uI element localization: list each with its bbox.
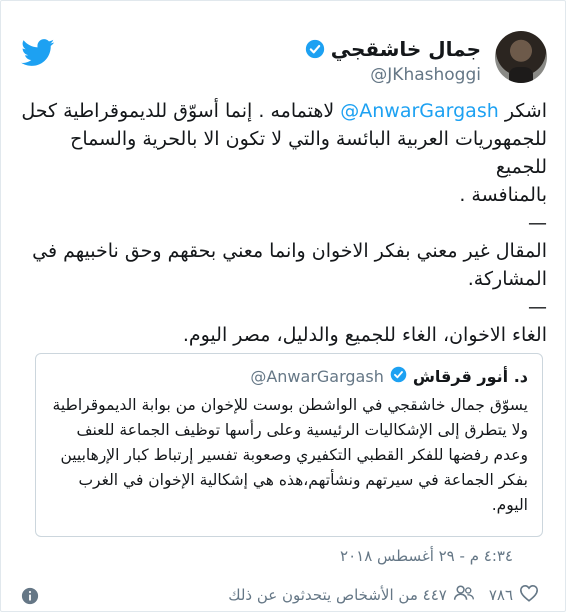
tweet-card: جمال خاشقجي @JKhashoggi اشكر @AnwarGarga… bbox=[0, 0, 566, 612]
tweet-timestamp[interactable]: ٤:٣٤ م - ٢٩ أغسطس ٢٠١٨ bbox=[340, 547, 513, 565]
tweet-header: جمال خاشقجي @JKhashoggi bbox=[15, 29, 551, 89]
quoted-line: يسوّق جمال خاشقجي في الواشطن بوست للإخوا… bbox=[52, 396, 528, 414]
quoted-author-handle: @AnwarGargash bbox=[250, 367, 384, 386]
quoted-line: اليوم. bbox=[491, 496, 528, 514]
quoted-tweet[interactable]: د. أنور قرقاش @AnwarGargash يسوّق جمال خ… bbox=[35, 353, 543, 537]
author-handle[interactable]: @JKhashoggi bbox=[305, 65, 481, 85]
tweet-text-segment: لاهتمامه . إنما أسوّق للديموقراطية كحل bbox=[21, 100, 335, 122]
like-action[interactable]: ٧٨٦ bbox=[489, 584, 539, 606]
people-icon bbox=[453, 584, 475, 606]
tweet-line: اشكر @AnwarGargash لاهتمامه . إنما أسوّق… bbox=[17, 97, 547, 125]
verified-badge-icon bbox=[390, 366, 407, 387]
author-display-name[interactable]: جمال خاشقجي bbox=[331, 37, 481, 61]
quoted-tweet-header: د. أنور قرقاش @AnwarGargash bbox=[50, 366, 528, 387]
tweet-line: المقال غير معني بفكر الاخوان وانما معني … bbox=[32, 240, 547, 262]
separator-dash: — bbox=[528, 212, 547, 234]
tweet-line: للجمهوريات العربية البائسة والتي لا تكون… bbox=[70, 128, 547, 178]
avatar[interactable] bbox=[495, 31, 547, 83]
author-names[interactable]: جمال خاشقجي @JKhashoggi bbox=[305, 37, 481, 85]
tweet-body: اشكر @AnwarGargash لاهتمامه . إنما أسوّق… bbox=[17, 97, 547, 349]
info-icon[interactable] bbox=[21, 587, 39, 609]
tweet-actions: ٧٨٦ ٤٤٧ من الأشخاص يتحدثون عن ذلك bbox=[21, 583, 539, 607]
quoted-tweet-text: يسوّق جمال خاشقجي في الواشطن بوست للإخوا… bbox=[50, 393, 528, 518]
quoted-author-name: د. أنور قرقاش bbox=[412, 367, 528, 386]
like-count: ٧٨٦ bbox=[488, 586, 513, 604]
quoted-line: بفكر الجماعة في سيرتهم ونشأتهم،هذه هي إش… bbox=[78, 471, 528, 489]
mention-link[interactable]: @AnwarGargash bbox=[340, 100, 499, 122]
heart-icon[interactable] bbox=[519, 584, 539, 606]
quoted-line: ولا يتطرق إلى الإشكاليات الرئيسية وعلى ر… bbox=[76, 421, 528, 439]
twitter-bird-icon[interactable] bbox=[21, 39, 55, 71]
quoted-line: وعدم رفضها للفكر القطبي التكفيري وصعوبة … bbox=[60, 446, 528, 464]
tweet-text-segment: اشكر bbox=[504, 100, 547, 122]
talking-count: ٤٤٧ من الأشخاص يتحدثون عن ذلك bbox=[228, 586, 447, 604]
tweet-line: الغاء الاخوان، الغاء للجميع والدليل، مصر… bbox=[182, 324, 547, 346]
talking-action[interactable]: ٤٤٧ من الأشخاص يتحدثون عن ذلك bbox=[228, 584, 475, 606]
tweet-line: بالمنافسة . bbox=[459, 184, 547, 206]
tweet-line: المشاركة. bbox=[467, 268, 547, 290]
separator-dash: — bbox=[528, 296, 547, 318]
verified-badge-icon bbox=[305, 39, 325, 59]
